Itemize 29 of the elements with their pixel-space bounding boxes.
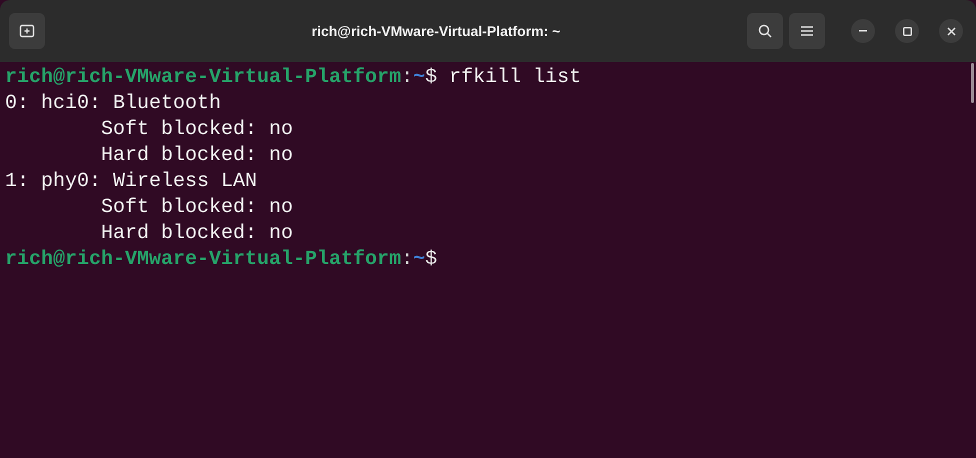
- output-line: Hard blocked: no: [100, 221, 294, 247]
- search-button[interactable]: [747, 13, 783, 49]
- minimize-icon: [859, 30, 867, 32]
- search-icon: [757, 23, 773, 39]
- command-text: rfkill list: [448, 65, 582, 91]
- menu-button[interactable]: [789, 13, 825, 49]
- prompt-separator: :: [401, 65, 414, 91]
- output-line: 0: hci0: Bluetooth: [5, 91, 222, 117]
- prompt-user-host: rich@rich-VMware-Virtual-Platform: [5, 247, 402, 273]
- maximize-icon: [902, 26, 912, 36]
- prompt-symbol: $: [425, 65, 438, 91]
- output-line: 1: phy0: Wireless LAN: [5, 169, 258, 195]
- minimize-button[interactable]: [851, 19, 875, 43]
- prompt-path: ~: [413, 247, 426, 273]
- output-line: Hard blocked: no: [100, 143, 294, 169]
- output-line: Soft blocked: no: [100, 195, 294, 221]
- window-title: rich@rich-VMware-Virtual-Platform: ~: [312, 22, 560, 40]
- maximize-button[interactable]: [895, 19, 919, 43]
- output-line: Soft blocked: no: [100, 117, 294, 143]
- prompt-user-host: rich@rich-VMware-Virtual-Platform: [5, 65, 402, 91]
- close-icon: [946, 26, 956, 36]
- close-button[interactable]: [939, 19, 963, 43]
- prompt-symbol: $: [425, 247, 438, 273]
- new-tab-button[interactable]: [9, 13, 45, 49]
- scrollbar-thumb[interactable]: [971, 63, 974, 103]
- new-tab-icon: [19, 23, 35, 39]
- prompt-separator: :: [401, 247, 414, 273]
- prompt-path: ~: [413, 65, 426, 91]
- menu-icon: [800, 25, 814, 37]
